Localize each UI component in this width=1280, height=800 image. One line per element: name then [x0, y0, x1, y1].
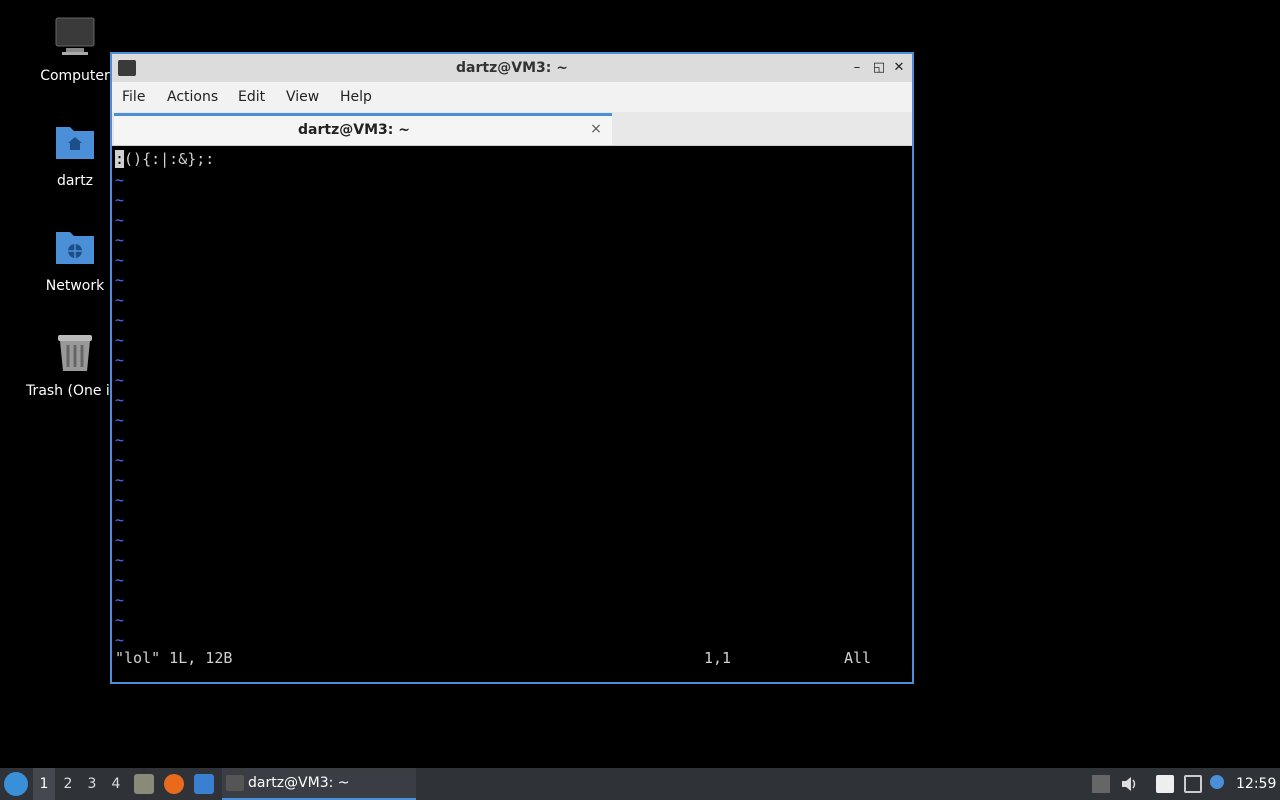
text-cursor: :: [115, 150, 125, 168]
tilde-marker: ~: [115, 511, 125, 529]
home-folder-icon: [54, 121, 96, 163]
menu-actions[interactable]: Actions: [167, 82, 218, 112]
editor-line-text: (){:|:&};:: [124, 150, 215, 168]
trash-icon: [54, 331, 96, 373]
tilde-marker: ~: [115, 371, 125, 389]
menu-bar: File Actions Edit View Help: [112, 82, 912, 112]
network-folder-icon: [54, 226, 96, 268]
volume-icon[interactable]: [1120, 775, 1138, 793]
tilde-marker: ~: [115, 271, 125, 289]
menu-view[interactable]: View: [286, 82, 319, 112]
task-label: dartz@VM3: ~: [248, 775, 350, 791]
taskbar-task-terminal[interactable]: dartz@VM3: ~: [222, 768, 416, 800]
computer-icon: [54, 16, 96, 58]
tilde-marker: ~: [115, 171, 125, 189]
tab-close-icon[interactable]: ×: [588, 120, 604, 138]
tilde-marker: ~: [115, 471, 125, 489]
tray-arrow-icon[interactable]: [1092, 775, 1110, 793]
tilde-marker: ~: [115, 391, 125, 409]
tilde-marker: ~: [115, 331, 125, 349]
status-scroll-position: All: [844, 649, 872, 667]
tilde-marker: ~: [115, 191, 125, 209]
tilde-marker: ~: [115, 291, 125, 309]
editor-line-1: :(){:|:&};:: [115, 150, 214, 168]
tilde-marker: ~: [115, 431, 125, 449]
tilde-marker: ~: [115, 571, 125, 589]
tab-title: dartz@VM3: ~: [298, 122, 410, 138]
menu-help[interactable]: Help: [340, 82, 372, 112]
tilde-marker: ~: [115, 411, 125, 429]
tab-terminal[interactable]: dartz@VM3: ~ ×: [114, 113, 612, 145]
workspace-2[interactable]: 2: [57, 768, 79, 800]
empty-line-markers: ~ ~ ~ ~ ~ ~ ~ ~ ~ ~ ~ ~ ~ ~ ~ ~ ~ ~ ~ ~ …: [115, 170, 135, 650]
close-button[interactable]: ✕: [890, 59, 908, 77]
file-manager-icon[interactable]: [134, 774, 154, 794]
tilde-marker: ~: [115, 591, 125, 609]
terminal-task-icon: [226, 775, 244, 791]
window-titlebar[interactable]: dartz@VM3: ~ – ◱ ✕: [112, 54, 912, 82]
tilde-marker: ~: [115, 351, 125, 369]
tilde-marker: ~: [115, 211, 125, 229]
tilde-marker: ~: [115, 611, 125, 629]
tilde-marker: ~: [115, 631, 125, 649]
clock[interactable]: 12:59: [1236, 768, 1280, 800]
terminal-area[interactable]: :(){:|:&};: ~ ~ ~ ~ ~ ~ ~ ~ ~ ~ ~ ~ ~ ~ …: [112, 146, 912, 682]
taskbar: 1 2 3 4 dartz@VM3: ~ 12:59: [0, 768, 1280, 800]
tilde-marker: ~: [115, 311, 125, 329]
show-desktop-icon[interactable]: [194, 774, 214, 794]
tilde-marker: ~: [115, 551, 125, 569]
menu-edit[interactable]: Edit: [238, 82, 265, 112]
workspace-3[interactable]: 3: [81, 768, 103, 800]
workspace-1[interactable]: 1: [33, 768, 55, 800]
notification-icon[interactable]: [1210, 775, 1224, 789]
minimize-button[interactable]: –: [848, 59, 866, 77]
tilde-marker: ~: [115, 491, 125, 509]
tilde-marker: ~: [115, 531, 125, 549]
firefox-icon[interactable]: [164, 774, 184, 794]
clipboard-icon[interactable]: [1156, 775, 1174, 793]
window-title: dartz@VM3: ~: [456, 60, 568, 76]
menu-file[interactable]: File: [122, 82, 145, 112]
workspace-4[interactable]: 4: [105, 768, 127, 800]
status-cursor-position: 1,1: [704, 649, 732, 667]
status-file-info: "lol" 1L, 12B: [115, 649, 233, 667]
start-menu-icon[interactable]: [4, 772, 28, 796]
tilde-marker: ~: [115, 451, 125, 469]
tilde-marker: ~: [115, 251, 125, 269]
terminal-window: dartz@VM3: ~ – ◱ ✕ File Actions Edit Vie…: [110, 52, 914, 684]
tilde-marker: ~: [115, 231, 125, 249]
network-icon[interactable]: [1184, 775, 1202, 793]
tab-bar: dartz@VM3: ~ ×: [112, 112, 912, 146]
maximize-button[interactable]: ◱: [870, 59, 888, 77]
